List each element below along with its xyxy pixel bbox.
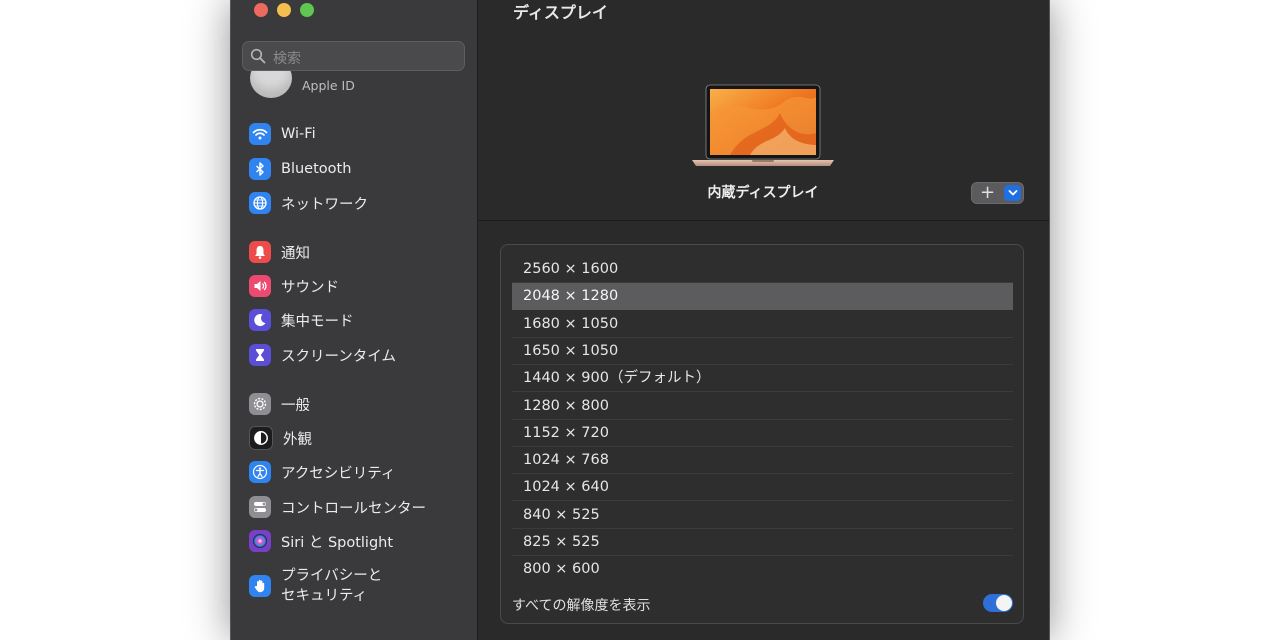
- sidebar-item[interactable]: 通知: [249, 239, 310, 265]
- chevron-down-icon[interactable]: [1004, 185, 1021, 201]
- sidebar-item[interactable]: コントロールセンター: [249, 494, 426, 520]
- sidebar-item-label: コントロールセンター: [281, 500, 426, 517]
- resolution-option[interactable]: 1024 × 640: [512, 474, 1013, 502]
- resolution-option[interactable]: 800 × 600: [512, 556, 1013, 583]
- sidebar-item[interactable]: 集中モード: [249, 307, 354, 333]
- toggle-knob: [996, 595, 1012, 611]
- gear-icon: [249, 393, 271, 415]
- resolution-list-panel: 2560 × 1600 2048 × 1280 1680 × 1050 1650 × …: [500, 244, 1024, 624]
- close-window-button[interactable]: [254, 3, 268, 17]
- sidebar-item-label: プライバシーと セキュリティ: [281, 568, 383, 604]
- hourglass-icon: [249, 344, 271, 366]
- show-all-resolutions-toggle[interactable]: [983, 594, 1013, 612]
- control-center-icon: [249, 496, 271, 518]
- sidebar-item-label: 集中モード: [281, 313, 354, 330]
- sidebar-item[interactable]: 一般: [249, 391, 310, 417]
- accessibility-icon: [249, 461, 271, 483]
- speaker-icon: [249, 275, 271, 297]
- apple-id-label[interactable]: Apple ID: [302, 78, 355, 93]
- hand-icon: [249, 575, 271, 597]
- sidebar-item[interactable]: アクセシビリティ: [249, 459, 395, 485]
- sidebar-item-label: Bluetooth: [281, 161, 352, 177]
- sidebar-item[interactable]: スクリーンタイム: [249, 342, 396, 368]
- wifi-icon: [249, 123, 271, 145]
- minimize-window-button[interactable]: [277, 3, 291, 17]
- appearance-icon: [249, 426, 273, 450]
- page-title: ディスプレイ: [513, 3, 608, 22]
- sidebar-item-label: Siri と Spotlight: [281, 534, 394, 551]
- resolution-option[interactable]: 1680 × 1050: [512, 311, 1013, 338]
- globe-icon: [249, 192, 271, 214]
- sidebar-item-label: Wi-Fi: [281, 126, 316, 142]
- resolution-option[interactable]: 2048 × 1280: [512, 283, 1013, 311]
- resolution-option[interactable]: 1152 × 720: [512, 420, 1013, 447]
- resolution-option[interactable]: 2560 × 1600: [512, 256, 1013, 283]
- sidebar-item[interactable]: Siri と Spotlight: [249, 528, 393, 554]
- sidebar-item-label: 通知: [281, 245, 310, 262]
- search-icon: [250, 48, 266, 64]
- section-divider: [478, 220, 1049, 221]
- system-settings-window: Apple ID 検索 Wi-Fi Bluetooth ネットワーク 通知サウンド集中…: [231, 0, 1049, 640]
- bluetooth-icon: [249, 158, 271, 180]
- sidebar: Apple ID 検索 Wi-Fi Bluetooth ネットワーク 通知サウンド集中…: [231, 0, 478, 640]
- plus-icon: +: [980, 182, 996, 203]
- sidebar-item[interactable]: プライバシーと セキュリティ: [249, 566, 401, 606]
- search-placeholder: 検索: [273, 51, 301, 67]
- add-display-button[interactable]: +: [971, 182, 1024, 204]
- search-field[interactable]: 検索: [242, 41, 465, 71]
- resolution-option[interactable]: 1280 × 800: [512, 393, 1013, 420]
- resolution-option[interactable]: 825 × 525: [512, 529, 1013, 556]
- sidebar-item-label: 外観: [283, 431, 312, 448]
- bell-icon: [249, 241, 271, 263]
- resolution-option[interactable]: 1440 × 900（デフォルト）: [512, 365, 1013, 393]
- resolution-option[interactable]: 1024 × 768: [512, 447, 1013, 475]
- sidebar-item[interactable]: Bluetooth: [249, 156, 351, 182]
- laptop-display-icon: [692, 84, 834, 166]
- sidebar-item[interactable]: ネットワーク: [249, 190, 368, 216]
- sidebar-item-label: ネットワーク: [281, 196, 368, 213]
- display-name-label[interactable]: 内蔵ディスプレイ: [478, 182, 1048, 202]
- resolution-option[interactable]: 1650 × 1050: [512, 338, 1013, 365]
- sidebar-item-label: 一般: [281, 397, 310, 414]
- zoom-window-button[interactable]: [300, 3, 314, 17]
- sidebar-item-label: サウンド: [281, 279, 339, 296]
- sidebar-item[interactable]: Wi-Fi: [249, 121, 316, 147]
- sidebar-item[interactable]: 外観: [249, 425, 312, 451]
- sidebar-item-label: アクセシビリティ: [281, 465, 396, 482]
- moon-icon: [249, 309, 271, 331]
- sidebar-item-label: スクリーンタイム: [281, 348, 396, 365]
- siri-icon: [249, 530, 271, 552]
- sidebar-item[interactable]: サウンド: [249, 273, 339, 299]
- display-settings-pane: ディスプレイ 内蔵ディスプレイ + 2560 × 1600 2048 × 128…: [478, 0, 1049, 640]
- resolution-option[interactable]: 840 × 525: [512, 502, 1013, 529]
- show-all-resolutions-label: すべての解像度を表示: [512, 598, 651, 614]
